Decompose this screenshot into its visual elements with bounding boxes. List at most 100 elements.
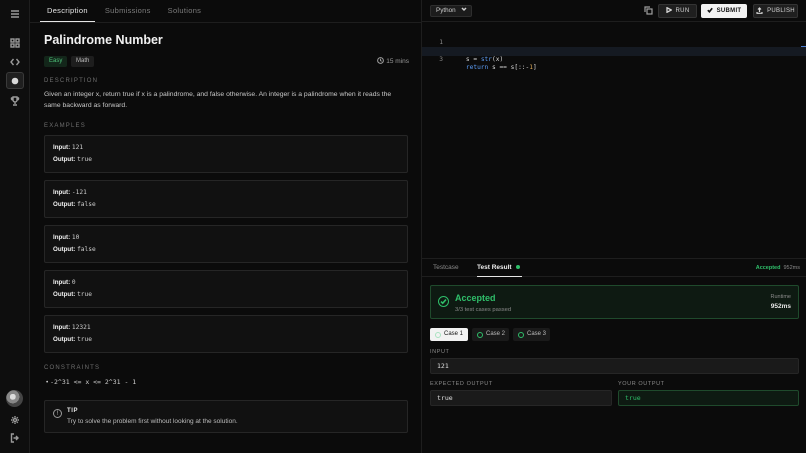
description-heading: DESCRIPTION — [44, 78, 99, 84]
code-line-current: 3 return s == s[::-1] — [422, 47, 806, 71]
tip-box: ! TIP Try to solve the problem first wit… — [44, 400, 408, 433]
info-icon: ! — [53, 409, 62, 418]
submit-button[interactable]: SUBMIT — [701, 4, 747, 18]
time-label: 15 mins — [386, 58, 409, 65]
case-tab-2[interactable]: Case 2 — [472, 328, 509, 341]
expected-output-field: true — [430, 390, 612, 406]
input-value: 0 — [71, 279, 76, 286]
accepted-title: Accepted — [455, 293, 496, 303]
example-card: Input: 121 Output: true — [44, 135, 408, 173]
tab-submissions[interactable]: Submissions — [98, 0, 158, 22]
line-number: 3 — [439, 55, 443, 63]
constraint-text: -2^31 <= x <= 2^31 - 1 — [50, 378, 137, 386]
code-keyword: return — [465, 64, 489, 71]
runtime-value: 952ms — [770, 303, 791, 310]
menu-icon[interactable] — [8, 7, 22, 21]
example-output: Output: true — [53, 156, 92, 163]
code-editor-panel: Python RUN SUBMIT PUBLISH 1 def isPalind… — [421, 0, 806, 258]
output-value: true — [77, 336, 92, 343]
input-label: Input: — [53, 144, 71, 151]
logout-icon[interactable] — [8, 431, 22, 445]
input-value: 121 — [71, 144, 84, 151]
run-button[interactable]: RUN — [658, 4, 697, 18]
status-dot-icon — [515, 265, 520, 270]
example-output: Output: true — [53, 336, 92, 343]
difficulty-badge: Easy — [44, 56, 68, 67]
check-icon — [706, 7, 713, 15]
input-value: 10 — [71, 234, 80, 241]
output-label: Output: — [53, 201, 76, 208]
time-estimate: 15 mins — [377, 57, 409, 66]
publish-label: PUBLISH — [767, 8, 795, 14]
case-label: Case 1 — [444, 331, 464, 337]
result-status: Accepted 952ms — [756, 259, 800, 277]
tab-solutions[interactable]: Solutions — [161, 0, 209, 22]
tabs-divider — [30, 22, 421, 23]
record-icon[interactable] — [6, 72, 24, 89]
output-value: true — [77, 156, 92, 163]
output-label: Output: — [53, 156, 76, 163]
scrollbar-marker — [801, 46, 806, 47]
editor-toolbar: Python RUN SUBMIT PUBLISH — [422, 0, 806, 22]
input-label: INPUT — [430, 349, 450, 355]
check-circle-icon — [438, 296, 449, 307]
example-card: Input: 0 Output: true — [44, 270, 408, 308]
constraint-item: • -2^31 <= x <= 2^31 - 1 — [46, 378, 137, 386]
code-icon[interactable] — [8, 55, 22, 69]
topic-badge: Math — [71, 56, 95, 67]
trophy-icon[interactable] — [8, 94, 22, 108]
input-label: Input: — [53, 324, 71, 331]
output-label: Output: — [53, 246, 76, 253]
language-label: Python — [436, 7, 456, 14]
description-text: Given an integer x, return true if x is … — [44, 91, 392, 109]
your-output-label: YOUR OUTPUT — [618, 381, 665, 387]
tab-test-result-label: Test Result — [477, 264, 512, 271]
tab-testcase[interactable]: Testcase — [433, 259, 459, 277]
accepted-banner: Accepted 3/3 test cases passed Runtime 9… — [430, 285, 799, 319]
check-circle-icon — [518, 331, 524, 338]
example-output: Output: false — [53, 246, 96, 253]
example-card: Input: 12321 Output: true — [44, 315, 408, 353]
tab-description[interactable]: Description — [40, 0, 95, 22]
code-area[interactable]: 1 def isPalindrome(x: int) -> bool: 2 s … — [422, 30, 806, 71]
your-output-field: true — [618, 390, 799, 406]
problem-tabs: Description Submissions Solutions — [40, 0, 211, 22]
constraints-heading: CONSTRAINTS — [44, 365, 101, 371]
check-circle-icon — [477, 331, 483, 338]
examples-heading: EXAMPLES — [44, 123, 86, 129]
output-value: true — [77, 291, 92, 298]
input-label: Input: — [53, 279, 71, 286]
language-select[interactable]: Python — [430, 5, 472, 17]
settings-icon[interactable] — [8, 413, 22, 427]
input-label: Input: — [53, 189, 71, 196]
status-time: 952ms — [783, 265, 800, 271]
problem-title: Palindrome Number — [44, 33, 163, 47]
accepted-subtitle: 3/3 test cases passed — [455, 307, 512, 313]
play-icon — [665, 6, 673, 15]
publish-button[interactable]: PUBLISH — [753, 4, 798, 18]
runtime-label: Runtime — [770, 294, 791, 300]
copy-icon[interactable] — [644, 6, 654, 16]
code-line: 2 s = str(x) — [422, 39, 806, 63]
description-panel: Description Submissions Solutions Palind… — [30, 0, 421, 453]
avatar[interactable] — [6, 390, 23, 407]
example-output: Output: false — [53, 201, 96, 208]
expected-output-label: EXPECTED OUTPUT — [430, 381, 493, 387]
results-panel: Testcase Test Result Accepted 952ms Accep… — [421, 258, 806, 453]
example-input: Input: -121 — [53, 189, 87, 196]
case-tab-3[interactable]: Case 3 — [513, 328, 550, 341]
input-value: 12321 — [71, 324, 91, 331]
code-line: 1 def isPalindrome(x: int) -> bool: — [422, 30, 806, 55]
output-label: Output: — [53, 291, 76, 298]
output-value: false — [77, 201, 96, 208]
example-card: Input: 10 Output: false — [44, 225, 408, 263]
input-label: Input: — [53, 234, 71, 241]
tip-text: Try to solve the problem first without l… — [67, 418, 238, 425]
example-card: Input: -121 Output: false — [44, 180, 408, 218]
upload-icon — [756, 6, 763, 16]
result-tabs: Testcase Test Result Accepted 952ms — [422, 259, 806, 277]
grid-icon[interactable] — [8, 36, 22, 50]
example-output: Output: true — [53, 291, 92, 298]
tab-test-result[interactable]: Test Result — [477, 259, 522, 277]
case-tab-1[interactable]: Case 1 — [430, 328, 468, 341]
